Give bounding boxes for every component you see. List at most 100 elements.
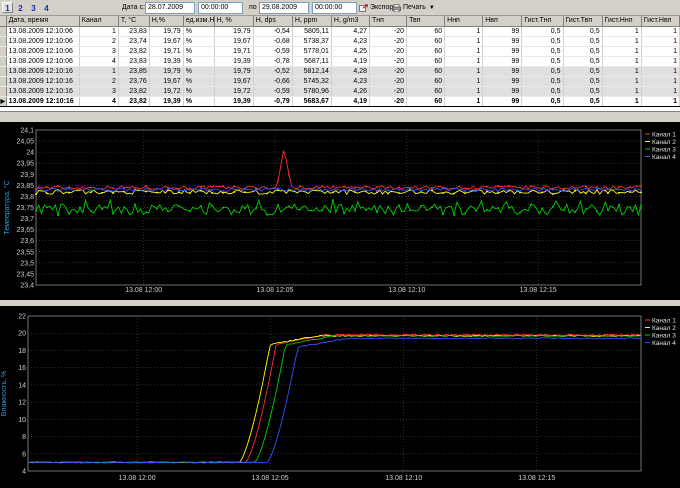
table-cell: -0,52 <box>253 66 293 77</box>
data-point <box>585 187 587 190</box>
table-row[interactable]: 13.08.2009 12:10:06 4 23,83 19,39% 19,39 -0,7… <box>0 56 680 67</box>
y-tick-label: 4 <box>22 469 26 476</box>
column-header[interactable]: H, % <box>214 16 254 27</box>
column-header[interactable]: Дата, время <box>6 16 80 27</box>
data-point <box>277 187 279 190</box>
table-row[interactable]: 13.08.2009 12:10:16 1 23,85 19,79% 19,79 -0,5… <box>0 66 680 77</box>
data-point <box>189 192 191 194</box>
column-header[interactable]: Гист.Ннп <box>602 16 642 27</box>
table-row[interactable]: 13.08.2009 12:10:06 3 23,82 19,71% 19,71 -0,5… <box>0 46 680 57</box>
table-cell: 0,5 <box>563 26 603 37</box>
table-cell: -20 <box>369 95 408 107</box>
y-tick-label: 23,9 <box>20 172 34 179</box>
data-point <box>112 192 114 194</box>
date-to-input[interactable]: 29.08.2009 <box>259 2 309 14</box>
table-row[interactable]: 13.08.2009 12:10:16 2 23,76 19,67% 19,67 -0,6… <box>0 76 680 87</box>
time-from-input[interactable]: 00:00:00 <box>198 2 243 14</box>
data-point <box>233 188 235 191</box>
data-point <box>277 180 279 182</box>
page-tab-3[interactable]: 3 <box>28 2 39 13</box>
table-cell: 0,5 <box>563 46 603 57</box>
column-header[interactable]: Ннп <box>444 16 484 27</box>
column-header[interactable]: Тнп <box>369 16 408 27</box>
table-cell: 4,19 <box>331 56 371 67</box>
table-cell: 13.08.2009 12:10:16 <box>6 76 80 87</box>
y-tick-label: 8 <box>22 434 26 441</box>
table-cell: 5683,67 <box>292 95 332 107</box>
time-to-input[interactable]: 00:00:00 <box>312 2 357 14</box>
column-header[interactable]: Канал <box>79 16 119 27</box>
table-cell: 1 <box>641 36 680 47</box>
column-header[interactable]: H,% <box>149 16 184 27</box>
data-point <box>222 190 224 192</box>
humidity-chart: 22 20 18 16 14 12 10 8 6 4 13.08 12:00 13.08 12:05 1… <box>1 314 676 483</box>
column-header[interactable]: Гист.Тнп <box>521 16 564 27</box>
data-point <box>233 209 235 211</box>
table-cell: 0,5 <box>563 36 603 47</box>
column-header[interactable]: T, °C <box>118 16 150 27</box>
table-cell: 4,19 <box>331 95 371 107</box>
page-tab-1[interactable]: 1 <box>2 2 13 13</box>
page-tab-4[interactable]: 4 <box>41 2 52 13</box>
column-header[interactable]: H, g/m3 <box>331 16 371 27</box>
data-point <box>541 188 543 190</box>
page-tab-2[interactable]: 2 <box>15 2 26 13</box>
table-cell: 23,85 <box>118 66 150 77</box>
data-point <box>101 188 103 190</box>
data-point <box>376 190 378 192</box>
data-point <box>79 206 81 209</box>
data-point <box>409 187 411 190</box>
data-point <box>123 187 125 190</box>
table-cell: -20 <box>369 66 408 77</box>
data-point <box>178 205 180 208</box>
data-point <box>35 190 37 193</box>
data-point <box>442 213 444 216</box>
data-point <box>255 189 257 192</box>
table-cell: 1 <box>602 86 642 97</box>
data-point <box>431 189 433 192</box>
column-header[interactable]: Гист.Нвп <box>641 16 680 27</box>
table-cell: 13.08.2009 12:10:06 <box>6 46 80 57</box>
table-cell: 1 <box>79 66 119 77</box>
y-tick-label: 23,55 <box>16 249 34 256</box>
column-header[interactable]: Твп <box>406 16 446 27</box>
data-point <box>486 189 488 191</box>
data-point <box>332 191 334 194</box>
table-row[interactable]: ▶ 13.08.2009 12:10:16 4 23,82 19,39% 19,39 -0,… <box>0 95 680 107</box>
data-point <box>266 192 268 195</box>
column-header[interactable]: Нвп <box>482 16 523 27</box>
data-point <box>563 187 565 190</box>
column-header[interactable]: H, ppm <box>292 16 332 27</box>
data-point <box>167 210 169 213</box>
table-cell: 0,5 <box>563 76 603 87</box>
table-row[interactable]: 13.08.2009 12:10:06 1 23,83 19,79% 19,79 -0,5… <box>0 26 680 37</box>
data-point <box>167 188 169 190</box>
y-axis-label: Температура, °С <box>3 180 11 234</box>
date-from-input[interactable]: 28.07.2009 <box>145 2 195 14</box>
legend-entry: Канал 1 <box>652 132 676 139</box>
column-header[interactable]: H, dps <box>253 16 293 27</box>
column-header[interactable]: ед.изм.H <box>183 16 215 27</box>
data-point <box>475 209 477 212</box>
table-row[interactable]: 13.08.2009 12:10:06 2 23,74 19,67% 19,67 -0,6… <box>0 36 680 47</box>
data-point <box>134 203 136 206</box>
y-tick-label: 14 <box>18 382 26 389</box>
data-point <box>79 188 81 191</box>
table-cell: 19,67 <box>149 36 184 47</box>
table-cell: 19,39 <box>149 95 184 107</box>
table-row[interactable]: 13.08.2009 12:10:16 3 23,82 19,72% 19,72 -0,5… <box>0 86 680 97</box>
table-cell: 23,82 <box>118 86 150 97</box>
print-button[interactable]: Печать ▼ <box>391 2 437 14</box>
column-header[interactable]: Гист.Твп <box>563 16 603 27</box>
data-point <box>46 189 48 192</box>
table-cell: -0,54 <box>253 26 293 37</box>
table-cell: 1 <box>444 36 484 47</box>
table-cell: -0,78 <box>253 56 293 67</box>
data-point <box>57 190 59 192</box>
data-point <box>123 206 125 208</box>
data-point <box>519 211 521 214</box>
data-point <box>574 190 576 192</box>
table-cell: 0,5 <box>521 95 564 107</box>
data-point <box>35 188 37 191</box>
data-point <box>222 185 224 187</box>
